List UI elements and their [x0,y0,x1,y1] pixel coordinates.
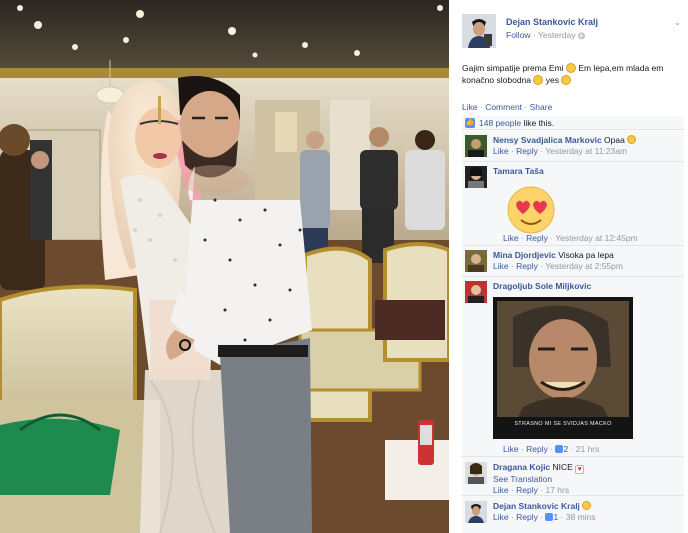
separator: · [524,102,528,112]
likes-count-text: 148 people like this. [479,118,554,128]
comment-list: Nensy Svadjalica Markovic Opaa Like · Re… [462,131,684,533]
comment-body: Tamara Taša [493,166,681,177]
commenter-name[interactable]: Mina Djordjevic [493,250,556,260]
comment-time[interactable]: Yesterday at 12:45pm [555,233,637,243]
comment-like-link[interactable]: Like [493,146,509,156]
comment-text: Opaa [604,135,625,145]
commenter-name[interactable]: Tamara Taša [493,166,544,176]
comment-body: Dragana Kojic NICE ♥ See Translation Lik… [493,462,681,496]
comment-reply-link[interactable]: Reply [516,485,538,495]
smiley-icon [627,135,637,144]
smiley-icon [582,501,592,510]
post-actions: Like · Comment · Share [462,102,552,112]
commenter-name[interactable]: Nensy Svadjalica Markovic [493,135,602,145]
comment-meta: Like · Reply · 1 · 38 mins [493,512,596,522]
comment-reply-link[interactable]: Reply [526,233,548,243]
post-photo[interactable] [0,0,449,533]
comment-meta: Like · Reply · Yesterday at 11:23am [493,146,628,156]
commenter-avatar[interactable] [465,281,487,303]
comment-reply-link[interactable]: Reply [516,261,538,271]
commenter-avatar[interactable] [465,462,487,484]
post-sidebar: Dejan Stankovic Kralj Follow · Yesterday… [452,0,688,533]
comment-time[interactable]: Yesterday at 2:55pm [545,261,623,271]
comment-meta: Like · Reply · 2 · 21 hrs [503,444,600,454]
author-avatar[interactable] [462,14,496,48]
comment-body: Nensy Svadjalica Markovic Opaa Like · Re… [493,135,681,157]
follow-link[interactable]: Follow [506,30,531,40]
comment-item: Dragoljub Sole Miljkovic STRASNO MI SE S… [462,277,684,457]
post-caption: Gajim simpatije prema Emi Em lepa,em mla… [462,62,684,86]
chevron-down-icon[interactable]: ⌄ [674,18,681,27]
comment-like-count[interactable]: 1 [553,512,558,522]
comment-body: Dejan Stankovic Kralj Like · Reply · 1 ·… [493,501,681,523]
smiley-icon [565,63,576,73]
comment-reply-link[interactable]: Reply [526,444,548,454]
commenter-avatar[interactable] [465,166,487,188]
commenter-avatar[interactable] [465,501,487,523]
comment-like-count[interactable]: 2 [563,444,568,454]
divider [462,495,684,496]
comment-like-link[interactable]: Like [493,512,509,522]
like-link[interactable]: Like [462,102,478,112]
smiley-icon [533,75,544,85]
comment-time[interactable]: 38 mins [566,512,596,522]
comment-like-link[interactable]: Like [503,444,519,454]
comment-reply-link[interactable]: Reply [516,512,538,522]
comment-item: Dragana Kojic NICE ♥ See Translation Lik… [462,458,684,496]
comment-like-link[interactable]: Like [493,485,509,495]
comment-time[interactable]: Yesterday at 11:23am [545,146,627,156]
comment-time[interactable]: 17 hrs [545,485,569,495]
comment-item: Dejan Stankovic Kralj Like · Reply · 1 ·… [462,497,684,527]
photo-scene [0,0,449,533]
comment-body: Mina Djordjevic Visoka pa lepa Like · Re… [493,250,681,272]
comment-photo[interactable]: STRASNO MI SE SVIDJAS MACKO [493,297,633,439]
commenter-name[interactable]: Dejan Stankovic Kralj [493,501,580,511]
comment-link[interactable]: Comment [485,102,522,112]
commenter-avatar[interactable] [465,250,487,272]
globe-icon: ◍ [577,30,586,40]
likes-tail: like this. [523,118,555,128]
comment-photo-caption: STRASNO MI SE SVIDJAS MACKO [514,421,612,427]
caption-text-3: yes [545,75,559,85]
likes-summary: 👍 148 people like this. [462,116,684,130]
comment-meta: Like · Reply · 17 hrs [493,485,570,495]
comment-like-link[interactable]: Like [493,261,509,271]
likes-count-link[interactable]: 148 people [479,118,521,128]
commenter-name[interactable]: Dragoljub Sole Miljkovic [493,281,591,291]
comment-body: Dragoljub Sole Miljkovic [493,281,681,292]
see-translation-link[interactable]: See Translation [493,474,552,484]
comment-item: Mina Djordjevic Visoka pa lepa Like · Re… [462,246,684,276]
comment-like-link[interactable]: Like [503,233,519,243]
commenter-name[interactable]: Dragana Kojic [493,462,550,472]
heart-icon: ♥ [575,465,585,474]
thumbs-up-icon: 👍 [465,118,475,128]
post-author-link[interactable]: Dejan Stankovic Kralj [506,17,598,27]
smiley-icon [561,75,572,85]
comment-text: Visoka pa lepa [558,250,614,260]
comment-reply-link[interactable]: Reply [516,146,538,156]
comment-meta: Like · Reply · Yesterday at 12:45pm [503,233,638,243]
separator: · [479,102,483,112]
divider [462,456,684,457]
heart-eyes-sticker [502,184,560,236]
comment-text: NICE [552,462,573,472]
share-link[interactable]: Share [530,102,553,112]
caption-text-1: Gajim simpatije prema Emi [462,63,564,73]
comment-time[interactable]: 21 hrs [576,444,600,454]
comment-meta: Like · Reply · Yesterday at 2:55pm [493,261,623,271]
post-timestamp[interactable]: Yesterday [538,30,576,40]
commenter-avatar[interactable] [465,135,487,157]
post-meta: Follow · Yesterday ◍ [506,30,585,41]
comment-item: Nensy Svadjalica Markovic Opaa Like · Re… [462,131,684,161]
